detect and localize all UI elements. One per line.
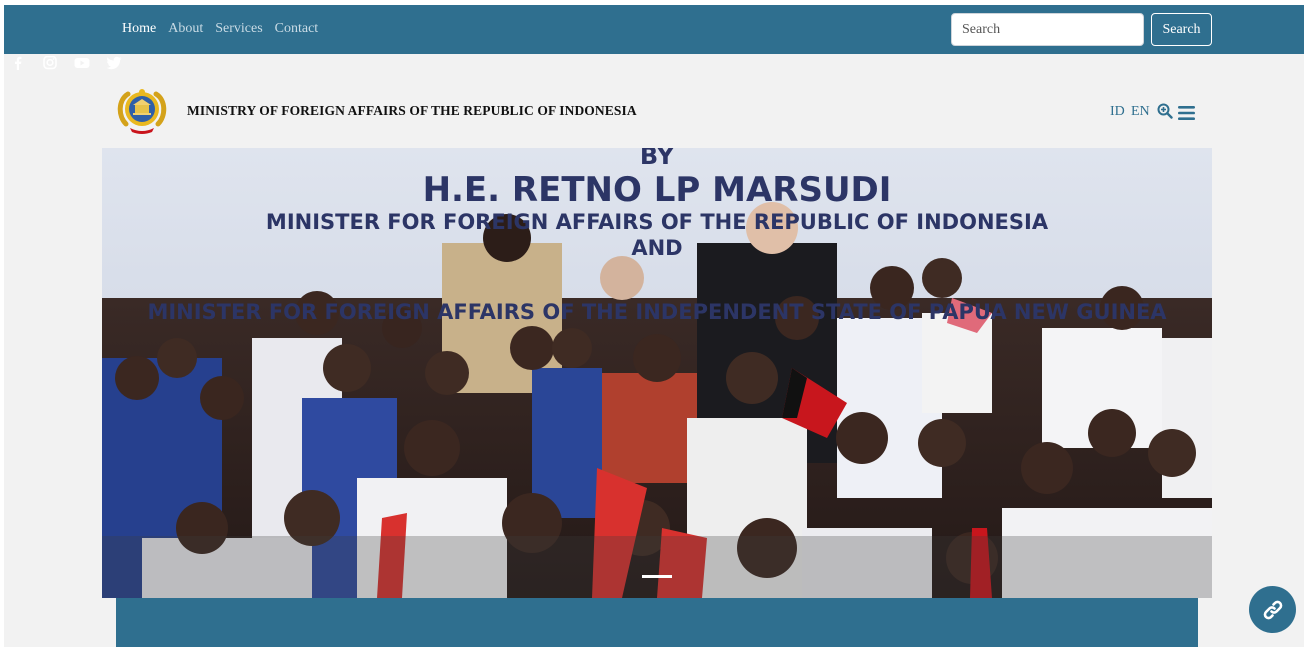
zoom-search-icon[interactable] bbox=[1157, 103, 1173, 119]
banner-line-minister-name: H.E. RETNO LP MARSUDI bbox=[422, 170, 892, 210]
youtube-icon[interactable] bbox=[74, 56, 90, 70]
banner-line-png-minister: MINISTER FOR FOREIGN AFFAIRS OF THE INDE… bbox=[147, 300, 1167, 324]
page-frame: Home About Services Contact Search Searc… bbox=[4, 5, 1304, 647]
nav-link-contact[interactable]: Contact bbox=[275, 21, 319, 37]
carousel-indicator[interactable] bbox=[642, 575, 672, 578]
search-input[interactable] bbox=[951, 13, 1144, 46]
nav-link-services[interactable]: Services bbox=[215, 21, 262, 37]
floating-link-button[interactable] bbox=[1249, 586, 1296, 633]
brand-header: MINISTRY OF FOREIGN AFFAIRS OF THE REPUB… bbox=[4, 85, 1304, 137]
facebook-icon[interactable] bbox=[10, 56, 26, 70]
nav-link-about[interactable]: About bbox=[168, 21, 203, 37]
nav-links: Home About Services Contact bbox=[122, 21, 318, 37]
nav-link-home[interactable]: Home bbox=[122, 21, 156, 37]
ministry-title: MINISTRY OF FOREIGN AFFAIRS OF THE REPUB… bbox=[187, 103, 637, 118]
banner-line-minister-title: MINISTER FOR FOREIGN AFFAIRS OF THE REPU… bbox=[265, 210, 1049, 234]
search-button[interactable]: Search bbox=[1151, 13, 1212, 46]
language-id-link[interactable]: ID bbox=[1110, 104, 1125, 120]
language-en-link[interactable]: EN bbox=[1131, 104, 1150, 120]
banner-line-by: BY bbox=[639, 148, 675, 170]
carousel-caption-bar bbox=[102, 536, 1212, 598]
hero-carousel[interactable]: BY H.E. RETNO LP MARSUDI MINISTER FOR FO… bbox=[102, 148, 1212, 598]
ministry-logo[interactable] bbox=[116, 86, 168, 136]
social-links bbox=[10, 55, 122, 70]
twitter-icon[interactable] bbox=[106, 56, 122, 70]
content-panel bbox=[116, 598, 1198, 647]
banner-line-and: AND bbox=[631, 236, 683, 260]
top-navbar: Home About Services Contact Search bbox=[4, 5, 1304, 54]
hamburger-menu-icon[interactable] bbox=[1177, 105, 1197, 121]
instagram-icon[interactable] bbox=[42, 55, 58, 70]
